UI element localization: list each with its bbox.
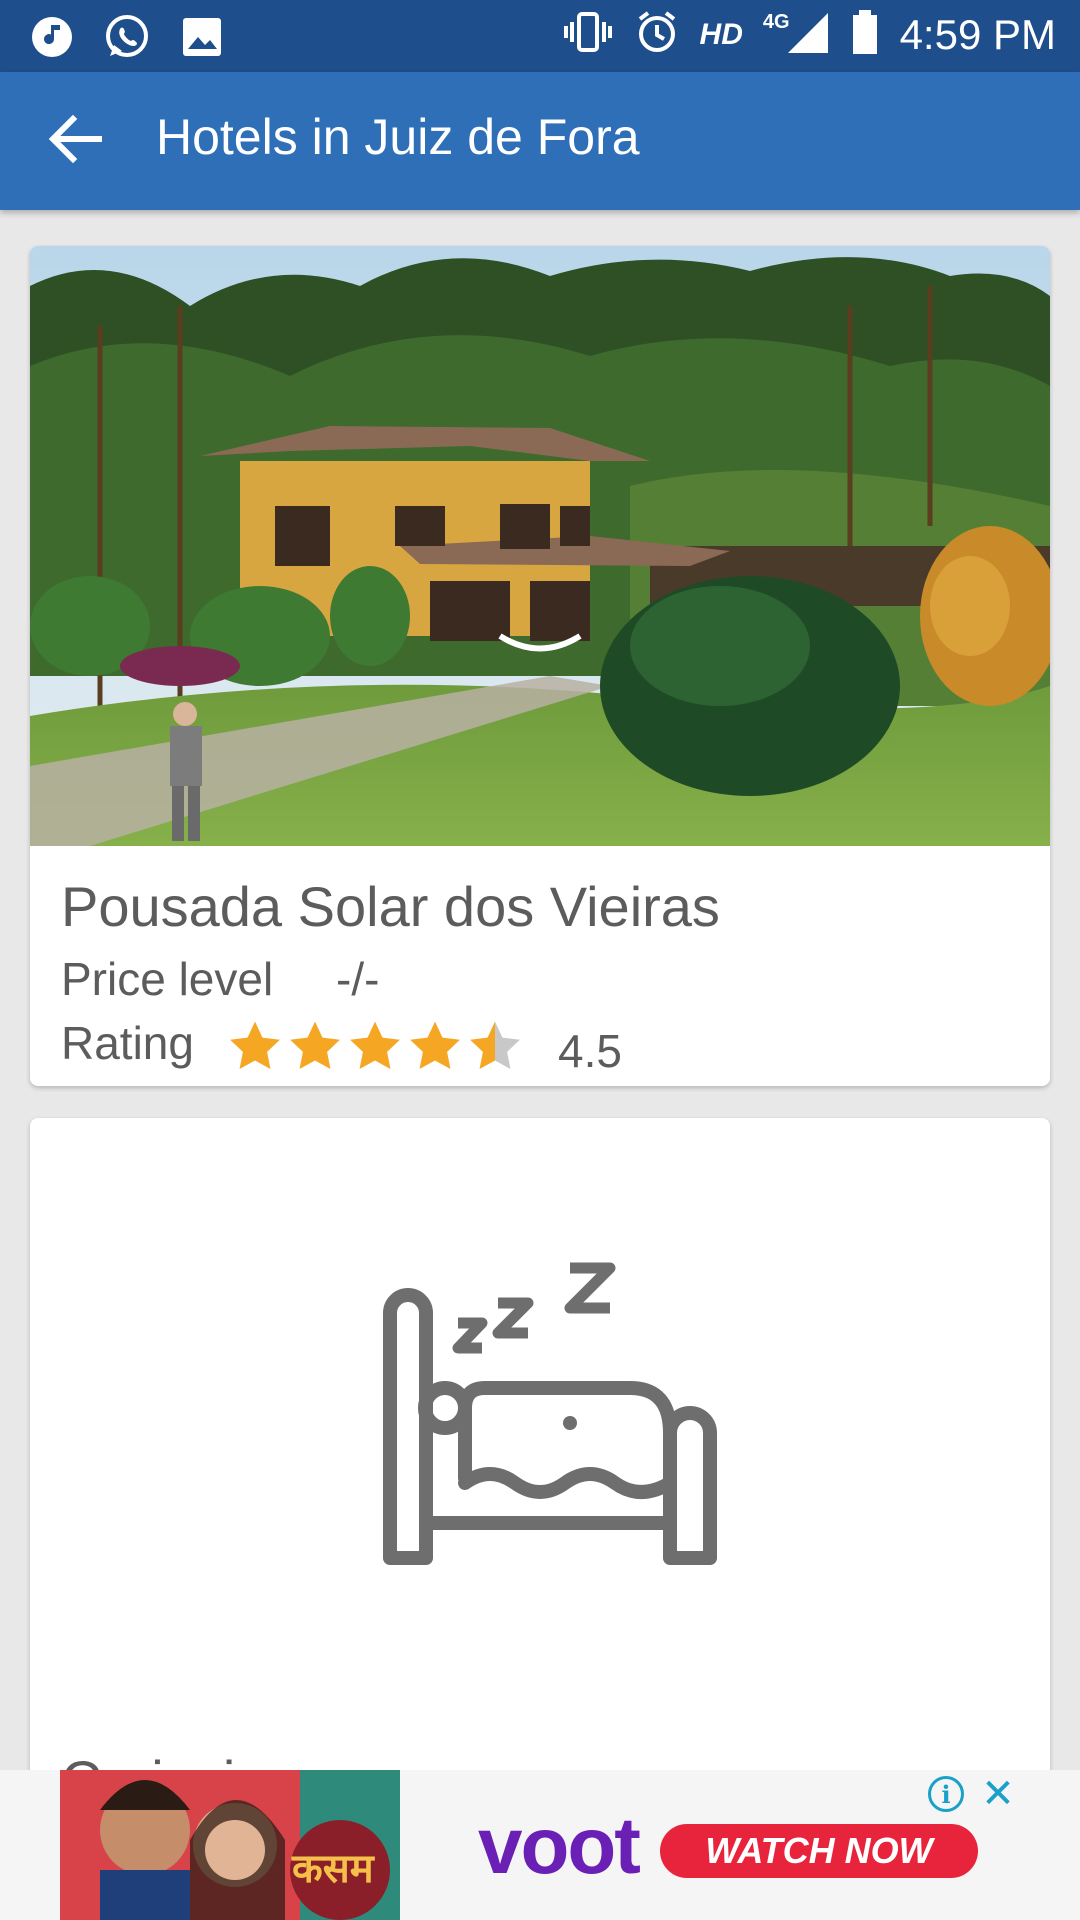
price-level-value: -/-	[336, 953, 380, 1005]
hotel-photo	[30, 246, 1050, 846]
ad-brand-logo: voot	[478, 1801, 641, 1890]
hotel-name: Pousada Solar dos Vieiras	[61, 875, 720, 938]
battery-icon	[850, 8, 880, 61]
star-icon	[290, 1021, 340, 1069]
ad-info-icon[interactable]: i	[928, 1776, 964, 1812]
status-system-icons: HD 4G 4:59 PM	[562, 8, 1056, 61]
ad-watch-now-button[interactable]: WATCH NOW	[660, 1824, 978, 1878]
sleeping-bed-icon	[383, 1262, 717, 1565]
rating-value: 4.5	[558, 1025, 622, 1077]
gallery-icon	[180, 15, 224, 64]
star-icon	[410, 1021, 460, 1069]
app-bar: Hotels in Juiz de Fora	[0, 72, 1080, 210]
ad-show-title: कसम	[291, 1846, 376, 1892]
signal-icon	[786, 9, 830, 60]
ad-banner[interactable]: कसम voot WATCH NOW i ✕	[0, 1770, 1080, 1920]
ad-image: कसम	[60, 1770, 400, 1920]
music-note-icon	[30, 15, 74, 64]
half-star-icon	[470, 1021, 520, 1069]
status-bar: HD 4G 4:59 PM	[0, 0, 1080, 72]
network-type: 4G	[762, 11, 790, 33]
price-level-label: Price level	[61, 953, 274, 1005]
status-notification-icons	[30, 12, 224, 67]
rating-label: Rating	[61, 1017, 194, 1069]
alarm-icon	[634, 9, 680, 60]
back-button[interactable]	[40, 106, 110, 176]
ad-close-icon[interactable]: ✕	[978, 1772, 1018, 1816]
whatsapp-icon	[102, 12, 152, 67]
clock: 4:59 PM	[899, 10, 1056, 58]
star-icon	[230, 1021, 280, 1069]
vibrate-icon	[562, 10, 614, 59]
hotel-card[interactable]: Pousada Solar dos Vieiras Price level -/…	[30, 246, 1050, 1086]
hd-indicator: HD	[699, 17, 743, 51]
page-title: Hotels in Juiz de Fora	[156, 109, 640, 165]
rating-stars	[226, 1018, 524, 1076]
arrow-back-icon	[45, 109, 105, 174]
star-icon	[350, 1021, 400, 1069]
